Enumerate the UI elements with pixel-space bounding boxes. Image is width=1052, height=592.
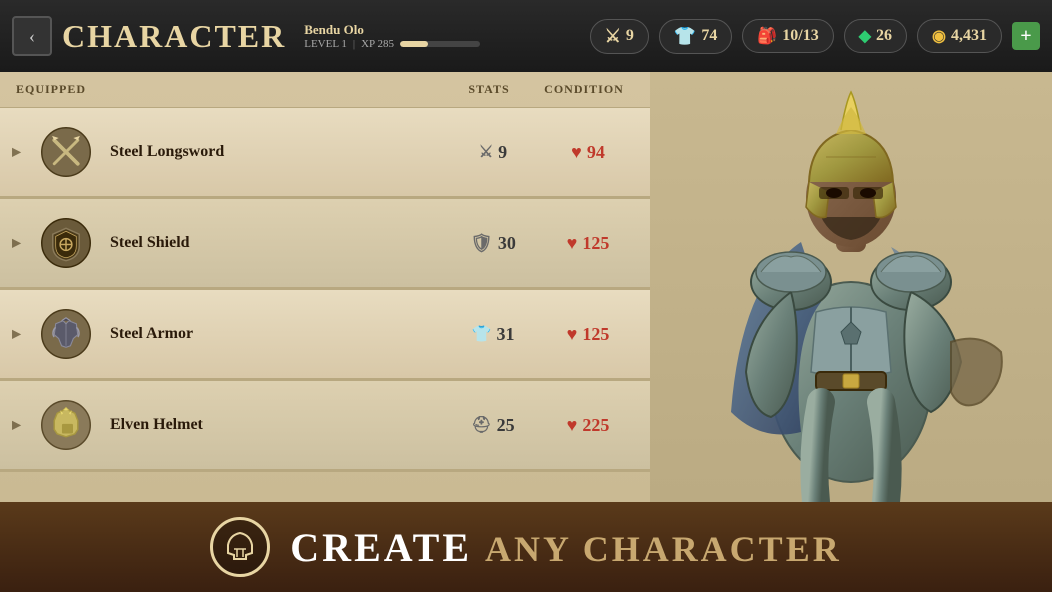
stats-header: STATS — [444, 82, 534, 97]
page-title: CHARACTER — [62, 18, 286, 55]
condition-value-longsword: 94 — [587, 142, 605, 163]
gold-value: 4,431 — [951, 27, 987, 45]
item-condition-shield: ♥ 125 — [538, 233, 638, 254]
xp-bar — [400, 41, 480, 47]
armor-stat-icon: 👕 — [472, 324, 492, 344]
gem-badge: ◆ 26 — [844, 19, 907, 53]
condition-value-shield: 125 — [582, 233, 609, 254]
plus-icon: + — [1020, 25, 1031, 48]
bottom-banner: CREATE any character — [0, 502, 1052, 592]
back-button[interactable]: ‹ — [12, 16, 52, 56]
character-level: LEVEL 1 | XP 285 — [304, 38, 480, 50]
inventory-badge[interactable]: 🎒 10/13 — [742, 19, 833, 53]
item-condition-longsword: ♥ 94 — [538, 142, 638, 163]
sword-stat-icon: ⚔ — [479, 142, 493, 162]
top-bar: ‹ CHARACTER Bendu Olo LEVEL 1 | XP 285 ⚔… — [0, 0, 1052, 72]
attack-badge: ⚔ 9 — [590, 19, 649, 54]
item-icon-armor — [30, 298, 102, 370]
gold-badge: ◉ 4,431 — [917, 19, 1002, 53]
bag-icon: 🎒 — [757, 26, 777, 46]
sword-icon: ⚔ — [605, 26, 621, 47]
table-row[interactable]: Steel Armor 👕 31 ♥ 125 — [0, 290, 650, 381]
column-headers: EQUIPPED STATS CONDITION — [0, 72, 650, 108]
helm-stat-icon: ⛑ — [471, 415, 491, 435]
item-name-shield: Steel Shield — [110, 234, 448, 252]
banner-normal: any character — [485, 529, 842, 569]
xp-label: XP 285 — [361, 38, 394, 50]
level-label: LEVEL 1 — [304, 38, 347, 50]
gems-value: 26 — [876, 27, 892, 45]
condition-value-helmet: 225 — [582, 415, 609, 436]
inventory-value: 10/13 — [782, 27, 818, 45]
gem-icon: ◆ — [859, 26, 871, 46]
coin-icon: ◉ — [932, 26, 946, 46]
heart-icon-helmet: ♥ — [567, 415, 578, 436]
item-stat-helmet: ⛑ 25 — [448, 415, 538, 436]
item-stat-armor: 👕 31 — [448, 324, 538, 345]
character-info: Bendu Olo LEVEL 1 | XP 285 — [304, 22, 480, 50]
armor-icon: 👕 — [674, 26, 696, 47]
stat-value-longsword: 9 — [498, 142, 507, 163]
banner-text: CREATE any character — [290, 524, 841, 571]
item-stat-shield: 🛡 30 — [448, 233, 538, 254]
shield-stat-icon: 🛡 — [470, 233, 493, 254]
add-currency-button[interactable]: + — [1012, 22, 1040, 50]
item-stat-longsword: ⚔ 9 — [448, 142, 538, 163]
heart-icon-longsword: ♥ — [571, 142, 582, 163]
banner-logo — [210, 517, 270, 577]
xp-bar-fill — [400, 41, 428, 47]
item-name-armor: Steel Armor — [110, 325, 448, 343]
item-name-longsword: Steel Longsword — [110, 143, 448, 161]
items-list: Steel Longsword ⚔ 9 ♥ 94 — [0, 108, 650, 472]
title-section: CHARACTER — [62, 18, 286, 55]
item-icon-shield — [30, 207, 102, 279]
stat-value-shield: 30 — [498, 233, 516, 254]
heart-icon-shield: ♥ — [567, 233, 578, 254]
stat-value-helmet: 25 — [497, 415, 515, 436]
condition-header: CONDITION — [534, 82, 634, 97]
table-row[interactable]: Steel Longsword ⚔ 9 ♥ 94 — [0, 108, 650, 199]
helmet-logo-icon — [222, 529, 258, 565]
character-name: Bendu Olo — [304, 22, 480, 38]
item-condition-armor: ♥ 125 — [538, 324, 638, 345]
condition-value-armor: 125 — [582, 324, 609, 345]
item-icon-longsword — [30, 116, 102, 188]
attack-value: 9 — [626, 27, 634, 45]
table-row[interactable]: Elven Helmet ⛑ 25 ♥ 225 — [0, 381, 650, 472]
armor-badge: 👕 74 — [659, 19, 732, 54]
item-condition-helmet: ♥ 225 — [538, 415, 638, 436]
item-name-helmet: Elven Helmet — [110, 416, 448, 434]
item-icon-helmet — [30, 389, 102, 461]
banner-highlight: CREATE — [290, 525, 472, 570]
equipped-header: EQUIPPED — [16, 82, 444, 97]
stat-value-armor: 31 — [496, 324, 514, 345]
back-icon: ‹ — [29, 26, 35, 47]
table-row[interactable]: Steel Shield 🛡 30 ♥ 125 — [0, 199, 650, 290]
armor-value: 74 — [701, 27, 717, 45]
character-svg — [661, 72, 1041, 522]
heart-icon-armor: ♥ — [567, 324, 578, 345]
